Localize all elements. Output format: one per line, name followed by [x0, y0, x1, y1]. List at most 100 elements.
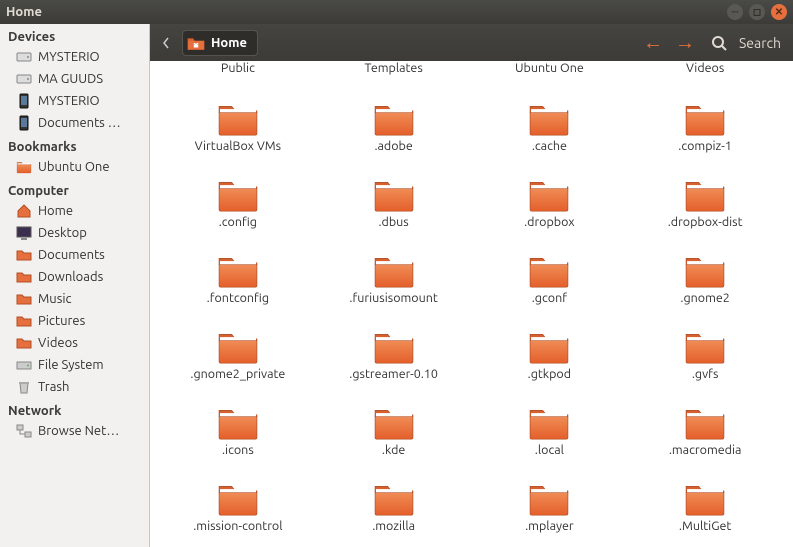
sidebar-item[interactable]: Desktop — [0, 222, 149, 244]
folder-item[interactable]: .furiusisomount — [316, 231, 472, 307]
sidebar-item[interactable]: Documents … — [0, 112, 149, 134]
folder-label: .dbus — [379, 215, 409, 229]
folder-icon — [526, 405, 572, 441]
folder-item[interactable]: .compiz-1 — [627, 79, 783, 155]
folder-item[interactable]: Templates — [316, 61, 472, 79]
folder-item[interactable]: .mplayer — [472, 459, 628, 535]
folder-label: .macromedia — [669, 443, 742, 457]
folder-label: .local — [535, 443, 564, 457]
folder-item[interactable]: Public — [160, 61, 316, 79]
home-folder-icon — [187, 34, 205, 52]
maximize-button[interactable]: ◻ — [749, 4, 765, 20]
sidebar-item[interactable]: Browse Net… — [0, 420, 149, 442]
folder-item[interactable]: .gconf — [472, 231, 628, 307]
minimize-button[interactable]: ─ — [727, 4, 743, 20]
folder-icon — [682, 405, 728, 441]
titlebar: Home ─ ◻ ✕ — [0, 0, 793, 24]
folder-icon — [526, 481, 572, 517]
nav-back-button[interactable]: ← — [641, 30, 665, 55]
path-bar[interactable]: Home — [182, 30, 258, 56]
sidebar-item[interactable]: MA GUUDS — [0, 68, 149, 90]
sidebar-item-label: Documents … — [38, 116, 121, 130]
sidebar-item[interactable]: Ubuntu One — [0, 156, 149, 178]
sidebar-item[interactable]: Pictures — [0, 310, 149, 332]
folder-item[interactable]: .gtkpod — [472, 307, 628, 383]
folder-item[interactable]: .macromedia — [627, 383, 783, 459]
folder-item[interactable]: .MultiGet — [627, 459, 783, 535]
folder-item[interactable]: .local — [472, 383, 628, 459]
folder-item[interactable]: .mission-control — [160, 459, 316, 535]
folder-label: .mplayer — [525, 519, 574, 533]
sidebar-item[interactable]: Home — [0, 200, 149, 222]
sidebar-item[interactable]: Downloads — [0, 266, 149, 288]
search-icon[interactable] — [711, 35, 727, 51]
folder-icon — [371, 481, 417, 517]
folder-label: .MultiGet — [679, 519, 731, 533]
folder-item[interactable]: VirtualBox VMs — [160, 79, 316, 155]
folder-icon — [682, 177, 728, 213]
path-back-button[interactable] — [158, 35, 174, 51]
disk-icon — [16, 357, 32, 373]
folder-item[interactable]: Ubuntu One — [472, 61, 628, 79]
network-icon — [16, 423, 32, 439]
sidebar-section-header: Bookmarks — [0, 134, 149, 156]
folder-item[interactable]: .adobe — [316, 79, 472, 155]
folder-item[interactable]: Videos — [627, 61, 783, 79]
sidebar-item[interactable]: MYSTERIO — [0, 90, 149, 112]
drive-icon — [16, 49, 32, 65]
sidebar-item-label: Trash — [38, 380, 69, 394]
folder-icon — [215, 101, 261, 137]
sidebar-item[interactable]: Music — [0, 288, 149, 310]
folder-label: .adobe — [374, 139, 412, 153]
folder-item[interactable]: .kde — [316, 383, 472, 459]
folder-icon — [16, 291, 32, 307]
sidebar-item[interactable]: Videos — [0, 332, 149, 354]
path-label: Home — [211, 36, 247, 50]
folder-icon — [682, 329, 728, 365]
folder-item[interactable]: .gnome2_private — [160, 307, 316, 383]
sidebar-section-header: Network — [0, 398, 149, 420]
folder-icon — [215, 481, 261, 517]
nav-forward-button[interactable]: → — [673, 30, 697, 55]
sidebar-item[interactable]: MYSTERIO — [0, 46, 149, 68]
folder-icon — [682, 101, 728, 137]
folder-item[interactable]: .fontconfig — [160, 231, 316, 307]
folder-icon — [16, 313, 32, 329]
folder-item[interactable]: .dbus — [316, 155, 472, 231]
folder-item[interactable]: .gstreamer-0.10 — [316, 307, 472, 383]
search-label[interactable]: Search — [739, 35, 781, 51]
sidebar-item[interactable]: Trash — [0, 376, 149, 398]
close-button[interactable]: ✕ — [771, 4, 787, 20]
folder-icon — [371, 405, 417, 441]
drive-icon — [16, 71, 32, 87]
folder-label: .kde — [382, 443, 405, 457]
sidebar-item-label: Browse Net… — [38, 424, 119, 438]
sidebar-item[interactable]: Documents — [0, 244, 149, 266]
folder-item[interactable]: .gnome2 — [627, 231, 783, 307]
folder-item[interactable]: .icons — [160, 383, 316, 459]
folder-label: .furiusisomount — [349, 291, 437, 305]
folder-item[interactable]: .gvfs — [627, 307, 783, 383]
folder-label: Public — [221, 61, 255, 75]
sidebar-item-label: Downloads — [38, 270, 103, 284]
desktop-icon — [16, 225, 32, 241]
folder-item[interactable]: .dropbox — [472, 155, 628, 231]
folder-label: .gtkpod — [528, 367, 571, 381]
sidebar: DevicesMYSTERIOMA GUUDSMYSTERIODocuments… — [0, 24, 150, 547]
sidebar-item[interactable]: File System — [0, 354, 149, 376]
folder-item[interactable]: .cache — [472, 79, 628, 155]
folder-label: .icons — [222, 443, 254, 457]
folder-item[interactable]: .dropbox-dist — [627, 155, 783, 231]
folder-icon — [371, 177, 417, 213]
folder-icon — [371, 101, 417, 137]
folder-item[interactable]: .config — [160, 155, 316, 231]
phone-icon — [16, 115, 32, 131]
sidebar-section-header: Computer — [0, 178, 149, 200]
folder-icon — [371, 329, 417, 365]
folder-icon — [16, 247, 32, 263]
folder-orange-icon — [16, 159, 32, 175]
main-pane: Home ← → Search Public TemplatesUbuntu On… — [150, 24, 793, 547]
folder-icon — [682, 481, 728, 517]
folder-item[interactable]: .mozilla — [316, 459, 472, 535]
folder-icon — [16, 269, 32, 285]
